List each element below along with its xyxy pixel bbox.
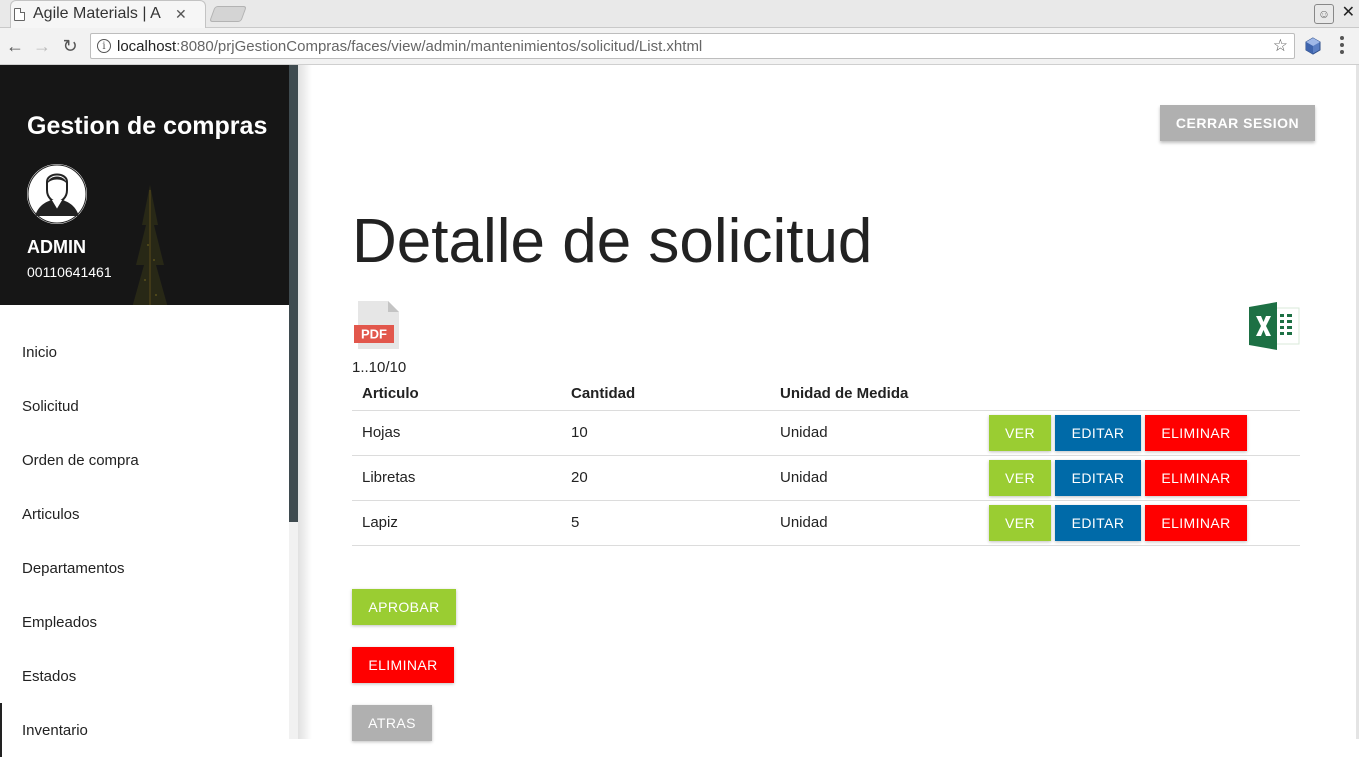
cell-unidad: Unidad (770, 500, 979, 546)
url-text: localhost:8080/prjGestionCompras/faces/v… (117, 37, 703, 55)
cell-articulo: Libretas (352, 455, 561, 501)
column-header-articulo[interactable]: Articulo (352, 377, 561, 411)
cell-unidad: Unidad (770, 410, 979, 456)
delete-request-button[interactable]: ELIMINAR (352, 647, 454, 683)
page-icon (14, 7, 25, 21)
browser-tab-bar: Agile Materials | A ✕ ☺ ✕ (0, 0, 1359, 28)
tab-title: Agile Materials | A (33, 5, 161, 22)
sidebar-item-estados[interactable]: Estados (0, 649, 289, 703)
sidebar-menu: Inicio Solicitud Orden de compra Articul… (0, 325, 289, 757)
pagination-info: 1..10/10 (352, 359, 407, 376)
cell-actions: VER EDITAR ELIMINAR (979, 500, 1300, 546)
cell-cantidad: 10 (561, 410, 770, 456)
tab-close-icon[interactable]: ✕ (175, 6, 187, 23)
browser-menu-icon[interactable] (1340, 36, 1344, 57)
pine-tree-background (132, 185, 168, 305)
sidebar: Gestion de compras ADMIN 00110641461 Ini… (0, 65, 289, 757)
user-id: 00110641461 (27, 264, 112, 280)
delete-row-button[interactable]: ELIMINAR (1145, 459, 1247, 496)
sidebar-scrollbar-thumb[interactable] (289, 65, 298, 522)
cell-cantidad: 5 (561, 500, 770, 546)
back-button[interactable]: ATRAS (352, 705, 432, 741)
sidebar-item-empleados[interactable]: Empleados (0, 595, 289, 649)
column-header-actions (979, 377, 1300, 411)
sidebar-item-articulos[interactable]: Articulos (0, 487, 289, 541)
cell-actions: VER EDITAR ELIMINAR (979, 410, 1300, 456)
edit-button[interactable]: EDITAR (1055, 414, 1141, 451)
cell-articulo: Hojas (352, 410, 561, 456)
browser-toolbar: ← → ↻ i localhost:8080/prjGestionCompras… (0, 28, 1359, 65)
window-close-icon[interactable]: ✕ (1342, 2, 1355, 22)
reload-icon[interactable]: ↻ (60, 36, 80, 56)
sidebar-header: Gestion de compras ADMIN 00110641461 (0, 65, 289, 305)
address-bar[interactable]: i localhost:8080/prjGestionCompras/faces… (90, 33, 1295, 59)
edit-button[interactable]: EDITAR (1055, 459, 1141, 496)
page-title: Detalle de solicitud (352, 207, 873, 276)
back-arrow-icon[interactable]: ← (5, 36, 25, 56)
table-row: Libretas 20 Unidad VER EDITAR ELIMINAR (352, 455, 1300, 501)
new-tab-button[interactable] (209, 6, 247, 22)
pdf-export-icon[interactable]: PDF (354, 300, 400, 350)
browser-tab-content: Agile Materials | A ✕ (14, 0, 204, 28)
user-avatar-icon (27, 164, 87, 224)
excel-export-icon[interactable] (1249, 302, 1300, 350)
app-title: Gestion de compras (27, 112, 268, 140)
edit-button[interactable]: EDITAR (1055, 504, 1141, 541)
sidebar-item-solicitud[interactable]: Solicitud (0, 379, 289, 433)
info-icon[interactable]: i (97, 39, 111, 53)
pdf-label: PDF (361, 327, 387, 342)
logout-button[interactable]: CERRAR SESION (1160, 105, 1315, 141)
content-shadow (298, 65, 312, 739)
extension-cube-icon[interactable] (1305, 37, 1321, 55)
view-button[interactable]: VER (989, 414, 1051, 451)
user-name: ADMIN (27, 237, 86, 257)
profile-icon[interactable]: ☺ (1314, 4, 1334, 24)
bookmark-star-icon[interactable]: ☆ (1273, 36, 1288, 56)
view-button[interactable]: VER (989, 459, 1051, 496)
table-row: Lapiz 5 Unidad VER EDITAR ELIMINAR (352, 500, 1300, 546)
sidebar-item-orden-de-compra[interactable]: Orden de compra (0, 433, 289, 487)
sidebar-item-inventario[interactable]: Inventario (0, 703, 289, 757)
sidebar-item-inicio[interactable]: Inicio (0, 325, 289, 379)
cell-unidad: Unidad (770, 455, 979, 501)
table-row: Hojas 10 Unidad VER EDITAR ELIMINAR (352, 410, 1300, 456)
avatar (27, 164, 87, 224)
detail-table: Articulo Cantidad Unidad de Medida Hojas… (352, 377, 1300, 546)
sidebar-item-departamentos[interactable]: Departamentos (0, 541, 289, 595)
delete-row-button[interactable]: ELIMINAR (1145, 504, 1247, 541)
table-header-row: Articulo Cantidad Unidad de Medida (352, 377, 1300, 411)
delete-row-button[interactable]: ELIMINAR (1145, 414, 1247, 451)
cell-cantidad: 20 (561, 455, 770, 501)
view-button[interactable]: VER (989, 504, 1051, 541)
column-header-unidad[interactable]: Unidad de Medida (770, 377, 979, 411)
column-header-cantidad[interactable]: Cantidad (561, 377, 770, 411)
cell-actions: VER EDITAR ELIMINAR (979, 455, 1300, 501)
cell-articulo: Lapiz (352, 500, 561, 546)
approve-button[interactable]: APROBAR (352, 589, 456, 625)
forward-arrow-icon[interactable]: → (32, 36, 52, 56)
